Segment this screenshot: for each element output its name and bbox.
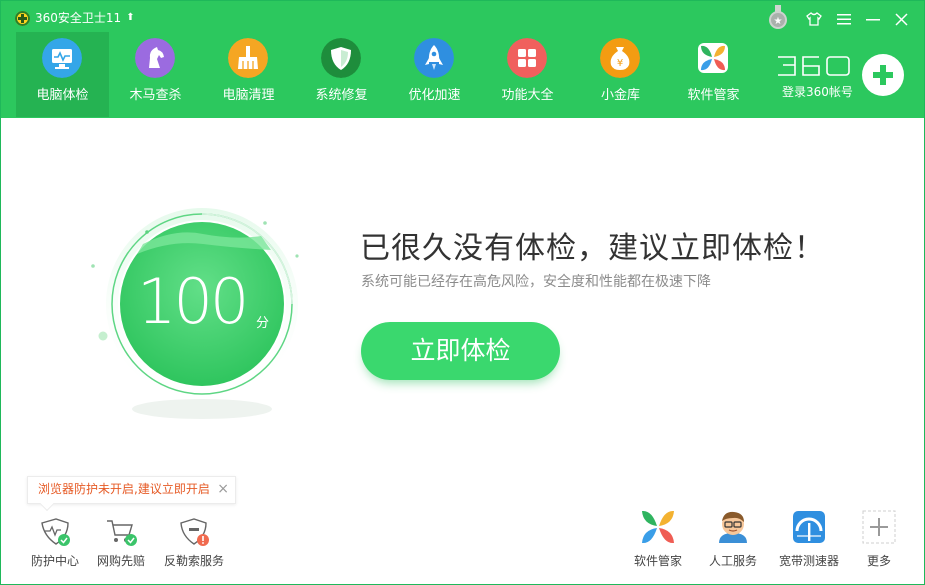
- more-icon: [862, 510, 896, 544]
- tab-pc-cleanup[interactable]: 电脑清理: [202, 32, 295, 117]
- customer-service-icon: [719, 511, 747, 543]
- customer-service-label: 人工服务: [708, 554, 757, 568]
- menu-icon[interactable]: [833, 9, 855, 29]
- tab-label: 软件管家: [687, 88, 740, 103]
- speed-test-label: 宽带测速器: [778, 554, 839, 568]
- horse-icon: [135, 38, 175, 78]
- tab-label: 电脑体检: [36, 88, 89, 103]
- software-manager-label: 软件管家: [633, 554, 682, 568]
- more-label: 更多: [866, 554, 891, 568]
- minimize-icon[interactable]: [862, 9, 884, 29]
- shopping-compensation-label: 网购先赔: [96, 554, 145, 568]
- 360-logo-icon: [778, 56, 850, 76]
- broom-icon: [228, 38, 268, 78]
- start-checkup-button[interactable]: 立即体检: [361, 322, 560, 380]
- speed-test-icon: [793, 511, 825, 543]
- tab-label: 系统修复: [315, 88, 368, 103]
- money-bag-icon: ¥: [600, 38, 640, 78]
- app-logo-icon: [15, 10, 30, 26]
- tab-label: 木马查杀: [129, 88, 182, 103]
- tab-label: 电脑清理: [222, 88, 275, 103]
- svg-text:★: ★: [774, 16, 783, 27]
- app-title: 360安全卫士11: [35, 11, 122, 25]
- shield-icon: [321, 38, 361, 78]
- skin-icon[interactable]: [803, 9, 825, 29]
- top-bar: 360安全卫士11 ⬆ ★ 电脑体检 木马查杀 电脑清理 系统修复 优化加速 功…: [1, 1, 924, 118]
- score-value: 100: [137, 265, 249, 338]
- tooltip-close-icon[interactable]: ×: [217, 477, 229, 502]
- tab-label: 小金库: [600, 88, 640, 103]
- rocket-icon: [414, 38, 454, 78]
- tab-label: 优化加速: [408, 88, 461, 103]
- tab-small-vault[interactable]: ¥ 小金库: [574, 32, 667, 117]
- svg-text:¥: ¥: [617, 58, 623, 69]
- browser-protection-tooltip[interactable]: 浏览器防护未开启,建议立即开启 ×: [27, 476, 236, 512]
- login-plus-icon[interactable]: [862, 54, 904, 96]
- software-manager-icon: [642, 510, 674, 544]
- tab-software-manager[interactable]: 软件管家: [667, 32, 760, 117]
- protection-center-label: 防护中心: [30, 554, 79, 568]
- upgrade-arrow-icon[interactable]: ⬆: [126, 10, 134, 26]
- login-label[interactable]: 登录360帐号: [782, 83, 853, 100]
- window-title: 360安全卫士11 ⬆: [15, 10, 135, 26]
- shopping-cart-icon: [107, 520, 137, 546]
- tab-all-features[interactable]: 功能大全: [481, 32, 574, 117]
- tab-optimize-speed[interactable]: 优化加速: [388, 32, 481, 117]
- main-tabs: 电脑体检 木马查杀 电脑清理 系统修复 优化加速 功能大全 ¥ 小金库 软件管家: [16, 32, 760, 117]
- anti-ransom-icon: [180, 518, 209, 546]
- medal-icon[interactable]: ★: [767, 5, 789, 31]
- page-subtitle: 系统可能已经存在高危风险，安全度和性能都在极速下降: [361, 274, 711, 290]
- protection-center-icon: [41, 518, 70, 546]
- page-headline: 已很久没有体检，建议立即体检！: [360, 231, 825, 266]
- monitor-check-icon: [42, 38, 82, 78]
- tab-trojan-scan[interactable]: 木马查杀: [109, 32, 202, 117]
- tab-system-repair[interactable]: 系统修复: [295, 32, 388, 117]
- tab-label: 功能大全: [501, 88, 554, 103]
- anti-ransom-label: 反勒索服务: [163, 554, 224, 568]
- tooltip-text[interactable]: 浏览器防护未开启,建议立即开启: [38, 477, 210, 502]
- software-manager-icon: [698, 43, 728, 73]
- close-icon[interactable]: [890, 9, 912, 29]
- app-window: 360安全卫士11 ⬆ ★ 电脑体检 木马查杀 电脑清理 系统修复 优化加速 功…: [0, 0, 925, 585]
- score-unit: 分: [256, 316, 270, 331]
- grid-icon: [507, 38, 547, 78]
- tab-pc-checkup[interactable]: 电脑体检: [16, 32, 109, 117]
